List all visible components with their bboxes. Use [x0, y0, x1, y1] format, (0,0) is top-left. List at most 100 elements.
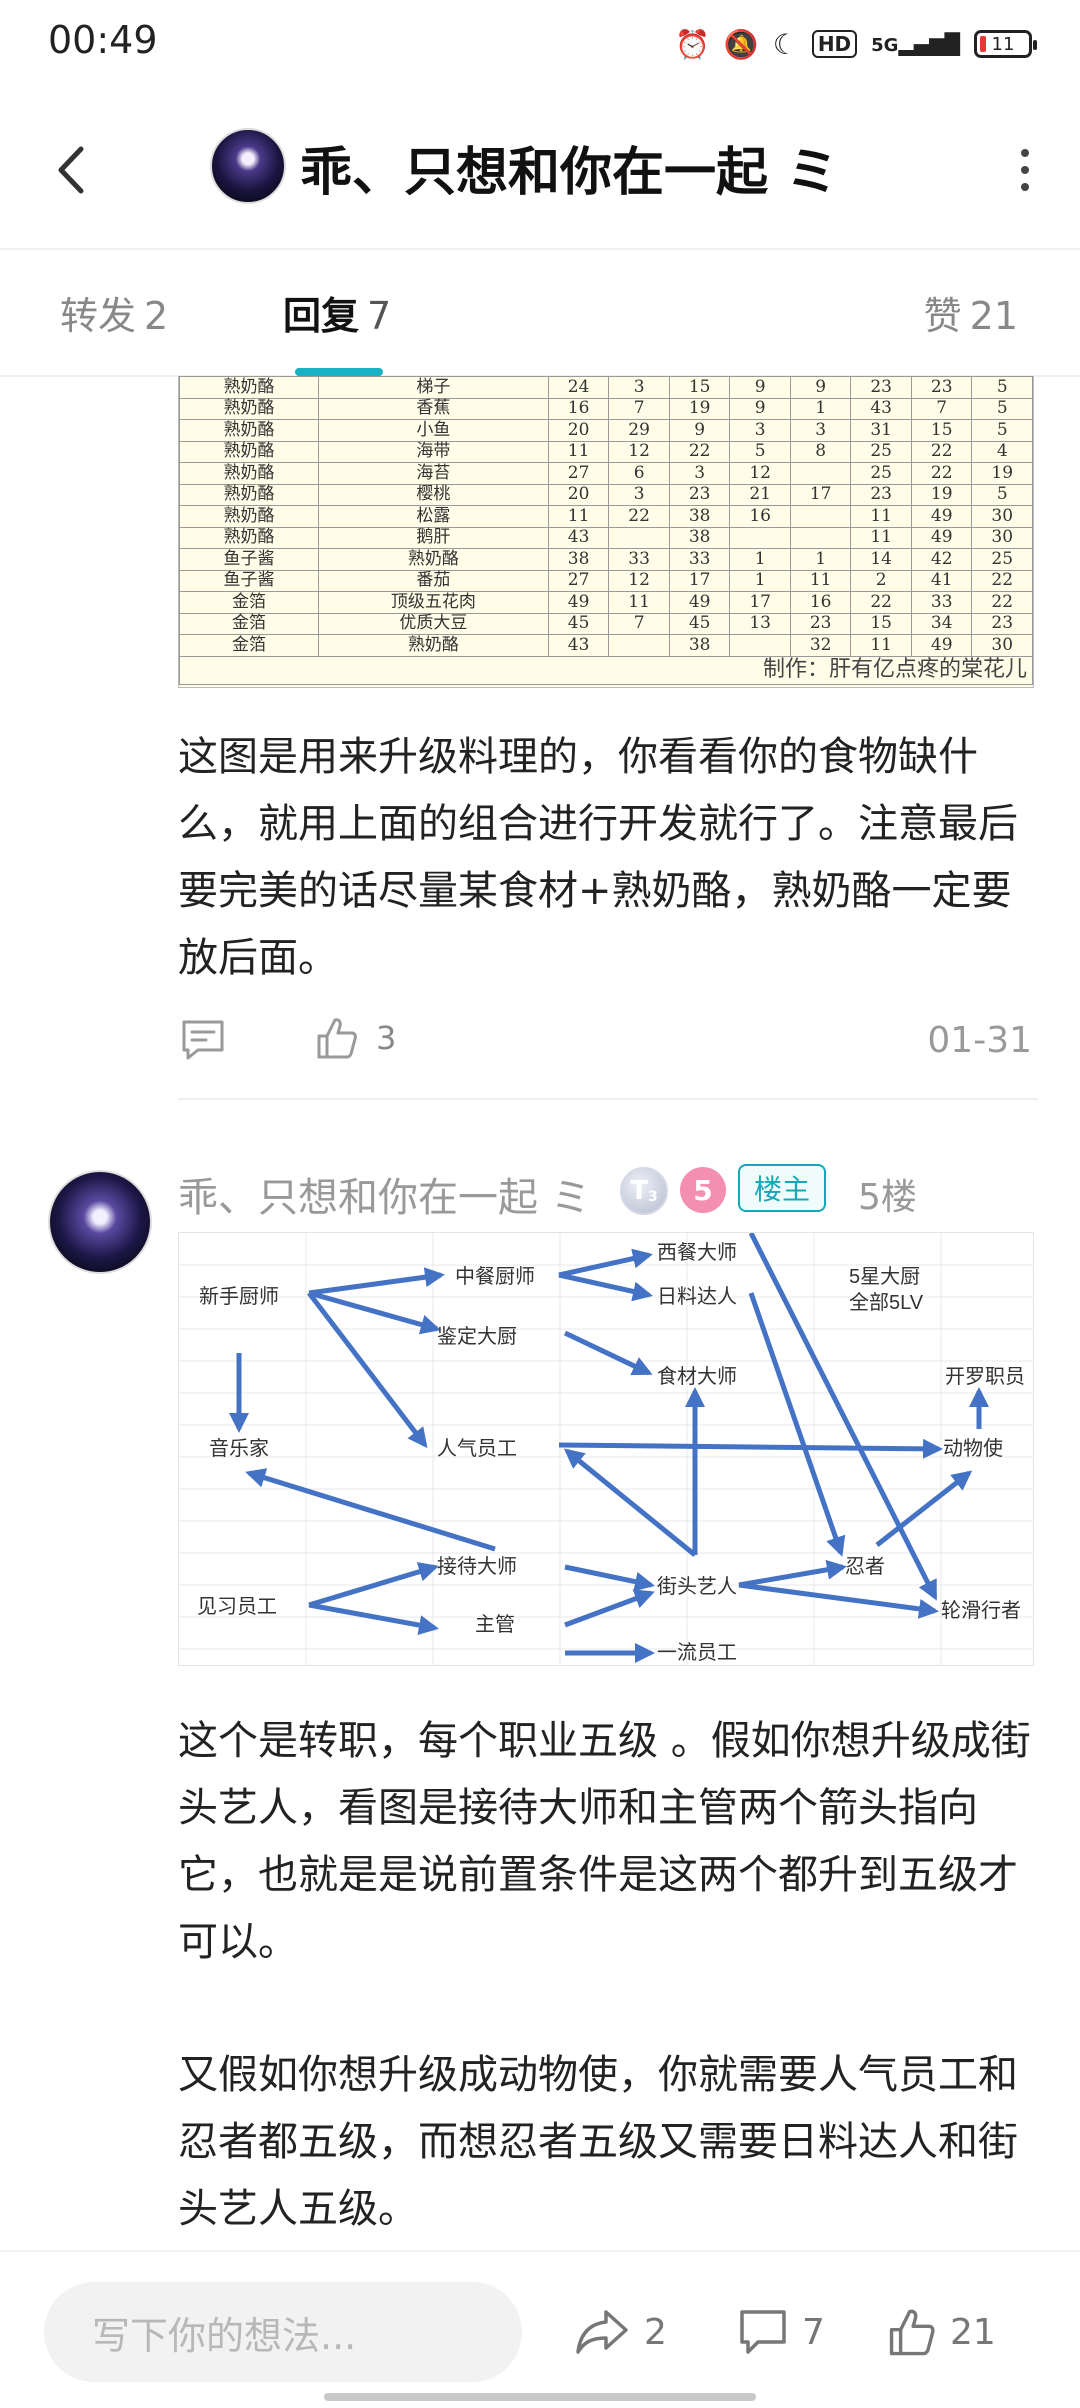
job-animal-envoy: 动物使: [943, 1437, 1003, 1460]
home-indicator[interactable]: [324, 2393, 756, 2401]
bottom-bar-divider: [0, 2250, 1080, 2252]
table-cell: 7: [608, 612, 670, 635]
arrow-manager-street: [564, 1589, 655, 1628]
more-options-button[interactable]: [1000, 140, 1050, 200]
tab-forward[interactable]: 转发 2: [60, 285, 168, 340]
table-cell: 11: [608, 591, 670, 614]
job-manager: 主管: [475, 1613, 515, 1636]
table-cell: [608, 634, 670, 657]
like-button[interactable]: 21: [888, 2300, 996, 2364]
network-type: 5G: [871, 35, 899, 56]
job-chinese-chef: 中餐厨师: [455, 1265, 535, 1288]
table-cell: 45: [547, 612, 610, 635]
table-cell: 优质大豆: [317, 612, 549, 635]
table-cell: 熟奶酪: [317, 548, 549, 571]
table-cell: 49: [910, 505, 973, 528]
reply-icon: [740, 2310, 786, 2354]
share-icon: [576, 2310, 628, 2354]
hd-icon: HD: [811, 30, 858, 58]
table-cell: 22: [608, 505, 670, 528]
table-cell: 43: [547, 526, 610, 549]
table-cell: 9: [729, 397, 791, 420]
table-cell: 1: [729, 548, 791, 571]
table-cell: 樱桃: [317, 483, 549, 506]
arrow-japanese-ninja: [748, 1292, 846, 1557]
table-cell: 23: [668, 483, 731, 506]
table-cell: 20: [547, 419, 610, 442]
table-cell: 11: [850, 526, 912, 549]
table-cell: 2: [850, 569, 912, 592]
table-cell: 熟奶酪: [179, 376, 319, 399]
table-cell: 6: [608, 462, 670, 485]
table-cell: 熟奶酪: [179, 505, 319, 528]
table-cell: 1: [789, 397, 852, 420]
job-transfer-diagram-image[interactable]: 新手厨师 中餐厨师 西餐大师 日料达人 5星大厨 全部5LV 鉴定大厨 食材大师…: [178, 1232, 1034, 1666]
table-cell: 49: [668, 591, 731, 614]
share-button[interactable]: 2: [574, 2300, 667, 2364]
table-cell: 小鱼: [317, 419, 549, 442]
comment-button[interactable]: [180, 1018, 230, 1062]
table-row: 熟奶酪 香蕉 16 7 19 9 1 43 7 5: [179, 397, 1033, 420]
table-row: 鱼子酱 熟奶酪 38 33 33 1 1 14 42 25: [179, 548, 1033, 571]
job-street-artist: 街头艺人: [657, 1575, 737, 1598]
table-row: 熟奶酪 小鱼 20 29 9 3 3 31 15 5: [179, 419, 1033, 442]
table-cell: 11: [547, 505, 610, 528]
tab-reply[interactable]: 回复 7: [283, 285, 391, 340]
table-cell: 9: [789, 376, 852, 399]
table-cell: 海苔: [317, 462, 549, 485]
tab-forward-count: 2: [144, 294, 169, 338]
comment-input[interactable]: 写下你的想法...: [44, 2282, 522, 2382]
table-cell: 12: [608, 440, 670, 463]
arrow-street-ninja: [738, 1559, 847, 1588]
table-cell: 22: [910, 440, 973, 463]
table-row: 熟奶酪 鹅肝 43 38 11 49 30: [179, 526, 1033, 549]
thumbs-up-icon: [317, 1018, 357, 1059]
back-button[interactable]: [40, 130, 100, 210]
table-cell: 23: [971, 612, 1033, 635]
table-cell: 22: [971, 591, 1033, 614]
share-count: 2: [644, 2311, 667, 2353]
job-kairo-staff: 开罗职员: [945, 1366, 1025, 1388]
reply-author[interactable]: 乖、只想和你在一起 ミ: [178, 1165, 591, 1223]
table-cell: 14: [850, 548, 912, 571]
table-cell: 11: [547, 440, 610, 463]
table-cell: 5: [971, 376, 1033, 399]
table-cell: 33: [668, 548, 731, 571]
table-cell: 金箔: [179, 634, 319, 657]
job-appraise-chef: 鉴定大厨: [437, 1325, 517, 1348]
table-cell: 22: [910, 462, 973, 485]
arrow-street-skater: [738, 1582, 939, 1619]
battery-level: 11: [991, 33, 1015, 55]
table-cell: 3: [668, 462, 731, 485]
reply-button[interactable]: 7: [738, 2300, 825, 2364]
reply-avatar[interactable]: [48, 1170, 152, 1274]
table-cell: 16: [729, 505, 791, 528]
table-row: 熟奶酪 梯子 24 3 15 9 9 23 23 5: [179, 376, 1033, 399]
table-cell: 41: [910, 569, 973, 592]
table-cell: 30: [971, 526, 1033, 549]
food-upgrade-table-image[interactable]: 熟奶酪 梯子 24 3 15 9 9 23 23 5 熟奶酪 香蕉 16 7 19 9 1 43 7 5 熟奶酪 小鱼 20…: [178, 376, 1034, 688]
table-row: 熟奶酪 松露 11 22 38 16 11 49 30: [179, 505, 1033, 528]
job-food-master: 食材大师: [657, 1365, 737, 1388]
top-note-line2: 全部5LV: [849, 1291, 924, 1314]
table-cell: 20: [547, 483, 610, 506]
tab-like[interactable]: 赞 21: [924, 285, 1018, 340]
table-cell: 19: [971, 462, 1033, 485]
table-cell: 鱼子酱: [179, 569, 319, 592]
job-japanese-master: 日料达人: [657, 1285, 737, 1308]
more-dot-icon: [1021, 166, 1029, 174]
job-novice-chef: 新手厨师: [199, 1285, 279, 1308]
reply-count: 7: [802, 2311, 825, 2353]
arrow-reception-street: [564, 1564, 655, 1592]
header-avatar[interactable]: [210, 128, 286, 204]
arrow-novice-popular: [307, 1291, 428, 1449]
table-cell: 3: [789, 419, 852, 442]
post-like-count: 3: [376, 1019, 397, 1057]
table-cell: 22: [850, 591, 912, 614]
table-cell: 27: [547, 569, 610, 592]
table-cell: 5: [971, 419, 1033, 442]
reply-text-2: 又假如你想升级成动物使，你就需要人气员工和忍者都五级，而想忍者五级又需要日料达人…: [178, 2052, 1018, 2232]
table-cell: 熟奶酪: [179, 526, 319, 549]
table-cell: 23: [850, 483, 912, 506]
post-like-button[interactable]: 3: [316, 1016, 396, 1060]
